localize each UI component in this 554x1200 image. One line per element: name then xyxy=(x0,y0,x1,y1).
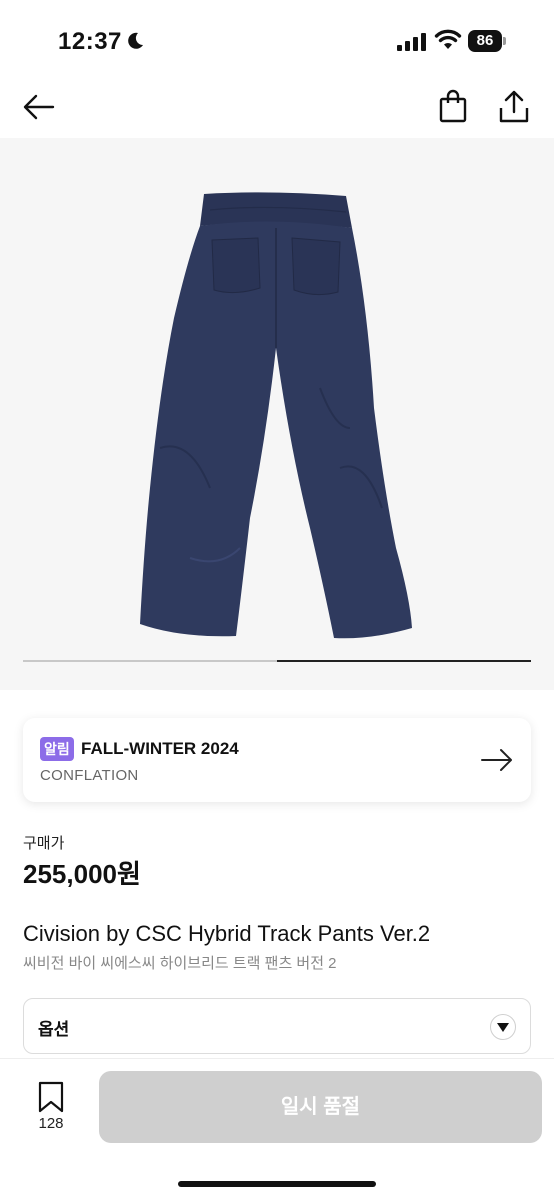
product-name-korean: 씨비전 바이 씨에스씨 하이브리드 트랙 팬츠 버전 2 xyxy=(23,955,337,972)
wishlist-button[interactable]: 128 xyxy=(30,1081,72,1137)
back-arrow-icon[interactable] xyxy=(22,90,56,124)
bottom-action-bar: 128 일시 품절 xyxy=(0,1058,554,1200)
caret-down-icon xyxy=(490,1014,516,1040)
notice-title: FALL-WINTER 2024 xyxy=(81,739,239,758)
moon-icon xyxy=(128,32,143,49)
share-icon[interactable] xyxy=(497,88,531,124)
wifi-icon xyxy=(434,29,462,49)
nav-bar xyxy=(0,74,554,138)
gallery-progress-indicator xyxy=(277,660,531,662)
options-label: 옵션 xyxy=(38,1020,70,1039)
signal-icon xyxy=(397,33,426,51)
notice-badge: 알림 xyxy=(40,737,74,761)
status-time: 12:37 xyxy=(58,28,122,55)
status-bar: 12:37 86 xyxy=(0,0,554,74)
notice-banner[interactable]: 알림 FALL-WINTER 2024 CONFLATION xyxy=(23,718,531,802)
arrow-right-icon xyxy=(481,749,512,771)
product-image xyxy=(140,192,412,639)
home-indicator xyxy=(178,1181,376,1187)
sold-out-button[interactable]: 일시 품절 xyxy=(99,1071,542,1143)
battery-icon: 86 xyxy=(468,30,506,52)
battery-cap xyxy=(503,37,506,45)
product-image-gallery[interactable] xyxy=(0,138,554,690)
price-label: 구매가 xyxy=(23,835,65,852)
notice-subtitle: CONFLATION xyxy=(40,767,139,784)
wish-count: 128 xyxy=(38,1115,64,1132)
battery-level: 86 xyxy=(468,30,502,52)
gallery-progress-track xyxy=(23,660,531,662)
options-select[interactable]: 옵션 xyxy=(23,998,531,1054)
product-name: Civision by CSC Hybrid Track Pants Ver.2 xyxy=(23,921,431,946)
price-value: 255,000원 xyxy=(23,859,141,889)
shopping-bag-icon[interactable] xyxy=(436,89,470,123)
bookmark-icon xyxy=(38,1081,64,1113)
